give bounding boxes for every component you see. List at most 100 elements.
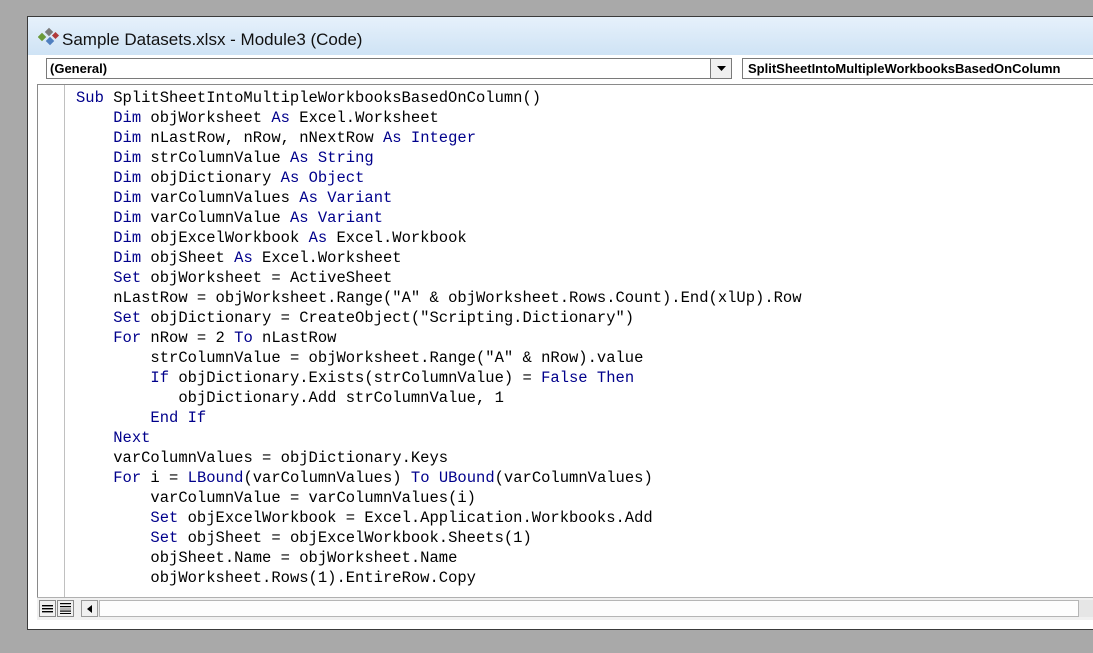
code-keyword: As	[308, 229, 328, 247]
code-keyword: Set	[150, 529, 179, 547]
code-token: SplitSheetIntoMultipleWorkbooksBasedOnCo…	[103, 89, 542, 107]
scroll-left-arrow-icon	[87, 604, 92, 613]
margin-indicator-bar[interactable]	[38, 85, 65, 597]
code-keyword: As	[289, 149, 309, 167]
code-keyword: As	[289, 209, 309, 227]
code-token: strColumnValue = objWorksheet.Range("A" …	[150, 349, 644, 367]
code-token: objSheet.Name = objWorksheet.Name	[150, 549, 458, 567]
code-token: i =	[141, 469, 188, 487]
code-editor[interactable]: Sub SplitSheetIntoMultipleWorkbooksBased…	[37, 84, 1093, 597]
code-line[interactable]: For i = LBound(varColumnValues) To UBoun…	[76, 468, 802, 488]
object-dropdown[interactable]: (General)	[46, 58, 732, 79]
editor-footer	[37, 597, 1093, 620]
scroll-left-button[interactable]	[81, 600, 98, 617]
code-line[interactable]: Dim varColumnValue As Variant	[76, 208, 802, 228]
code-line[interactable]: For nRow = 2 To nLastRow	[76, 328, 802, 348]
code-keyword: Variant	[317, 209, 383, 227]
procedure-view-button[interactable]	[39, 600, 56, 617]
code-token: objSheet	[141, 249, 235, 267]
code-line[interactable]: nLastRow = objWorksheet.Range("A" & objW…	[76, 288, 802, 308]
code-keyword: Sub	[76, 89, 104, 107]
code-token: varColumnValue = varColumnValues(i)	[150, 489, 476, 507]
code-line[interactable]: varColumnValue = varColumnValues(i)	[76, 488, 802, 508]
code-line[interactable]: objWorksheet.Rows(1).EntireRow.Copy	[76, 568, 802, 588]
code-keyword: Object	[308, 169, 365, 187]
code-line[interactable]: strColumnValue = objWorksheet.Range("A" …	[76, 348, 802, 368]
code-line[interactable]: objDictionary.Add strColumnValue, 1	[76, 388, 802, 408]
code-token: (varColumnValues)	[494, 469, 653, 487]
code-keyword: Integer	[410, 129, 477, 147]
code-keyword: Dim	[113, 149, 142, 167]
code-token: objDictionary	[141, 169, 281, 187]
code-line[interactable]: Dim nLastRow, nRow, nNextRow As Integer	[76, 128, 802, 148]
code-line[interactable]: Dim objWorksheet As Excel.Worksheet	[76, 108, 802, 128]
title-bar[interactable]: Sample Datasets.xlsx - Module3 (Code)	[28, 17, 1093, 56]
code-keyword: False	[541, 369, 588, 387]
code-token: (varColumnValues)	[243, 469, 411, 487]
code-token: Excel.Worksheet	[289, 109, 439, 127]
code-line[interactable]: Set objExcelWorkbook = Excel.Application…	[76, 508, 802, 528]
code-token: objDictionary.Exists(strColumnValue) =	[169, 369, 542, 387]
code-keyword: Set	[113, 269, 142, 287]
procedure-dropdown[interactable]: SplitSheetIntoMultipleWorkbooksBasedOnCo…	[742, 58, 1093, 79]
full-module-view-button[interactable]	[57, 600, 74, 617]
code-text-area[interactable]: Sub SplitSheetIntoMultipleWorkbooksBased…	[76, 88, 802, 588]
vba-code-module-icon	[38, 27, 60, 46]
code-token: nLastRow, nRow, nNextRow	[141, 129, 383, 147]
code-keyword: LBound	[187, 469, 244, 487]
code-line[interactable]: Set objWorksheet = ActiveSheet	[76, 268, 802, 288]
code-line[interactable]: Dim objSheet As Excel.Worksheet	[76, 248, 802, 268]
code-token: varColumnValues = objDictionary.Keys	[113, 449, 449, 467]
code-token: strColumnValue	[141, 149, 290, 167]
code-keyword: For	[113, 469, 142, 487]
code-token: objWorksheet	[141, 109, 272, 127]
code-token: nLastRow = objWorksheet.Range("A" & objW…	[113, 289, 802, 307]
window-title: Sample Datasets.xlsx - Module3 (Code)	[62, 30, 363, 49]
horizontal-scrollbar[interactable]	[81, 600, 1093, 617]
code-token: nLastRow	[252, 329, 337, 347]
code-keyword: Dim	[113, 109, 142, 127]
code-token: Excel.Worksheet	[252, 249, 402, 267]
object-dropdown-button[interactable]	[710, 59, 731, 78]
code-token: objDictionary.Add strColumnValue, 1	[178, 389, 504, 407]
code-keyword: Dim	[113, 129, 142, 147]
code-keyword: As	[299, 189, 318, 207]
full-module-view-icon	[60, 603, 71, 614]
code-line[interactable]: If objDictionary.Exists(strColumnValue) …	[76, 368, 802, 388]
code-line[interactable]: Set objDictionary = CreateObject("Script…	[76, 308, 802, 328]
code-token: objDictionary = CreateObject("Scripting.…	[141, 309, 635, 327]
code-token: varColumnValues	[141, 189, 300, 207]
code-keyword: For	[113, 329, 142, 347]
code-token: varColumnValue	[141, 209, 290, 227]
code-line[interactable]: Dim objExcelWorkbook As Excel.Workbook	[76, 228, 802, 248]
code-line[interactable]: objSheet.Name = objWorksheet.Name	[76, 548, 802, 568]
code-line[interactable]: Next	[76, 428, 802, 448]
code-keyword: UBound	[438, 469, 495, 487]
code-keyword: Variant	[327, 189, 393, 207]
code-keyword: Dim	[113, 249, 142, 267]
code-keyword: String	[317, 149, 374, 167]
code-line[interactable]: Dim objDictionary As Object	[76, 168, 802, 188]
code-line[interactable]: Sub SplitSheetIntoMultipleWorkbooksBased…	[76, 88, 802, 108]
code-keyword: Dim	[113, 189, 142, 207]
code-line[interactable]: Set objSheet = objExcelWorkbook.Sheets(1…	[76, 528, 802, 548]
code-keyword: Set	[113, 309, 142, 327]
scroll-thumb[interactable]	[99, 600, 1079, 617]
code-line[interactable]: varColumnValues = objDictionary.Keys	[76, 448, 802, 468]
code-keyword: If	[150, 369, 170, 387]
code-keyword: Set	[150, 509, 179, 527]
code-token: objWorksheet.Rows(1).EntireRow.Copy	[150, 569, 476, 587]
code-keyword: As	[271, 109, 290, 127]
code-line[interactable]: Dim varColumnValues As Variant	[76, 188, 802, 208]
code-token: objExcelWorkbook	[141, 229, 309, 247]
code-keyword: Dim	[113, 229, 142, 247]
code-keyword: As	[280, 169, 300, 187]
code-line[interactable]: Dim strColumnValue As String	[76, 148, 802, 168]
code-line[interactable]: End If	[76, 408, 802, 428]
